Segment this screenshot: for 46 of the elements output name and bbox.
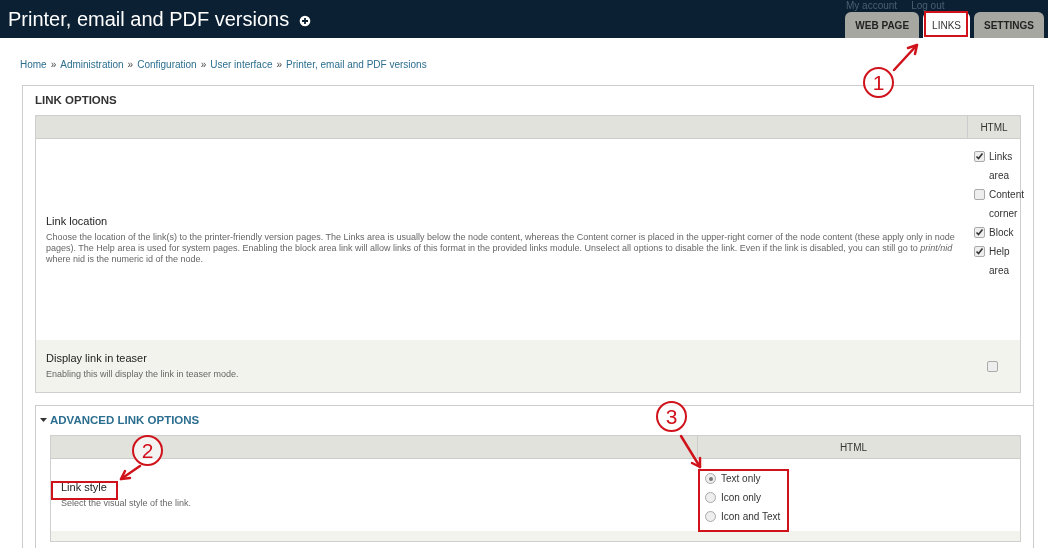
checkbox[interactable] [974,151,985,162]
radio-label: Text only [721,473,761,484]
checkbox-label: Links area [989,150,1014,183]
column-header: HTML [838,440,869,455]
breadcrumb-link[interactable]: Configuration [137,59,197,79]
checkbox[interactable] [974,189,985,200]
column-header: HTML [979,120,1009,135]
breadcrumb-link[interactable]: Administration [60,59,124,79]
radio-button[interactable] [705,492,716,503]
breadcrumb-separator: » [127,59,134,72]
section-toggle-link[interactable]: ADVANCED LINK OPTIONS [50,414,200,426]
tab[interactable]: WEB PAGE [845,12,920,38]
checkbox-label: Help area [989,245,1011,278]
radio-label: Icon only [721,492,762,503]
callout-arrow [679,434,702,469]
caret-down-icon[interactable] [40,417,47,423]
setting-description: Enabling this will display the link in teaser mode. [46,369,240,380]
radio-label: Icon and Text [721,511,781,522]
highlight-box [51,481,118,500]
checkbox[interactable] [974,227,985,238]
setting-label: Link location [46,214,108,227]
callout-arrow [892,43,919,72]
breadcrumb-separator: » [200,59,207,72]
setting-label: Link style [61,481,107,493]
callout-number: 3 [656,401,687,432]
callout-number: 2 [132,435,163,466]
radio-button[interactable] [705,511,716,522]
breadcrumb-link[interactable]: User interface [210,59,273,79]
tab[interactable]: SETTINGS [974,12,1044,38]
setting-label: Display link in teaser [46,352,147,364]
highlight-box [924,11,968,37]
callout-arrow [119,464,142,481]
checkbox-label: Block [989,226,1014,240]
breadcrumb-separator: » [276,59,283,72]
add-shortcut-icon[interactable] [299,15,312,27]
checkbox[interactable] [986,360,998,372]
breadcrumb-link[interactable]: Printer, email and PDF versions [286,59,427,79]
radio-button[interactable] [705,473,716,484]
setting-description: Choose the location of the link(s) to the printer-friendly version pages. The Links area is usually below the node content, whereas the Content corner is placed in the upper-right corner of the node content (these apply only in node pages). The Help area is used for system pages. Enabling the block area link will allow links of this format in the provided links module. Unselect all options to disable the link. Even if the link is disabled, you can still go to print/nid where nid is the numeric id of the node. [46,231,956,265]
breadcrumb-link[interactable]: Home [20,59,47,79]
section-title: LINK OPTIONS [35,93,118,108]
setting-description: Select the visual style of the link. [61,498,193,509]
checkbox[interactable] [974,246,985,257]
breadcrumb-separator: » [50,59,57,72]
callout-number: 1 [863,67,894,98]
page-title: Printer, email and PDF versions [8,7,290,32]
